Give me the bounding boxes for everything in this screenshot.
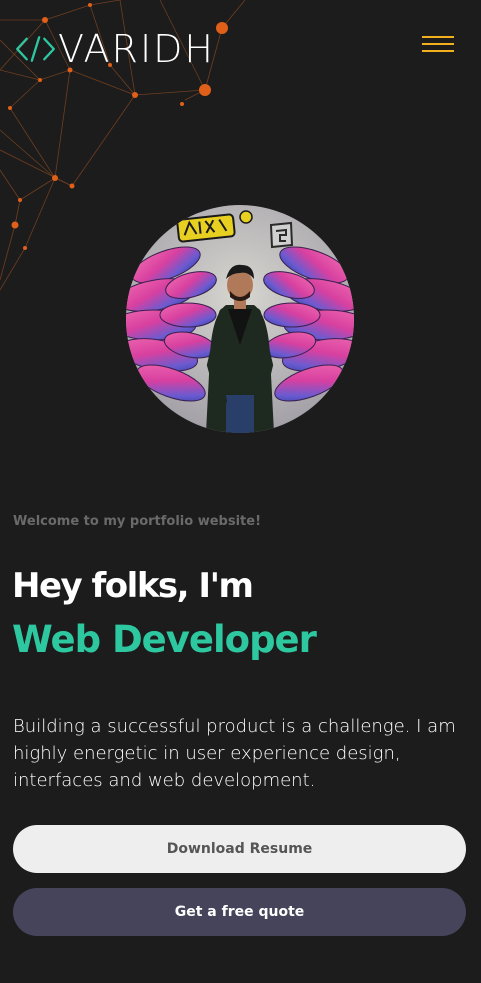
profile-photo [126, 205, 354, 433]
hamburger-menu-icon[interactable] [418, 30, 460, 58]
download-resume-button[interactable]: Download Resume [13, 825, 466, 873]
greeting-heading: Hey folks, I'm [12, 566, 254, 606]
get-quote-button[interactable]: Get a free quote [13, 888, 466, 936]
site-logo[interactable]: VARIDH [15, 28, 215, 70]
intro-description: Building a successful product is a chall… [13, 716, 456, 791]
logo-text: VARIDH [57, 27, 215, 71]
portfolio-page: VARIDH Welcome to my portfolio website! … [0, 0, 481, 983]
code-brackets-icon [16, 36, 55, 62]
welcome-text: Welcome to my portfolio website! [13, 514, 261, 529]
wall-badge [269, 221, 294, 249]
site-header: VARIDH [0, 0, 481, 100]
role-heading: Web Developer [12, 618, 317, 661]
avatar [126, 205, 354, 433]
